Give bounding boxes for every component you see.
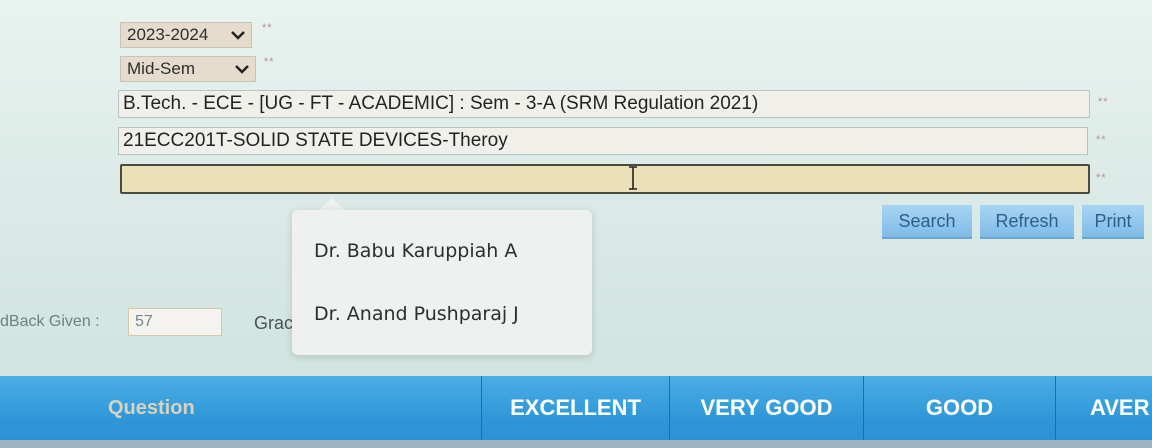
- exam-type-select[interactable]: Mid-Sem: [120, 56, 256, 82]
- required-marker: **: [1098, 96, 1109, 108]
- faculty-input[interactable]: [120, 164, 1090, 194]
- feedback-count-value: 57: [135, 313, 153, 330]
- program-field[interactable]: B.Tech. - ECE - [UG - FT - ACADEMIC] : S…: [118, 90, 1090, 118]
- required-marker: **: [264, 56, 275, 68]
- column-header-good: GOOD: [864, 376, 1056, 448]
- faculty-dropdown: Dr. Babu Karuppiah A Dr. Anand Pushparaj…: [292, 210, 592, 355]
- faculty-option[interactable]: Dr. Anand Pushparaj J: [314, 303, 519, 325]
- faculty-option[interactable]: Dr. Babu Karuppiah A: [314, 240, 517, 262]
- column-header-very-good: VERY GOOD: [670, 376, 864, 448]
- grade-label: Grac: [254, 313, 294, 333]
- print-button[interactable]: Print: [1082, 205, 1144, 239]
- exam-type-value: Mid-Sem: [127, 59, 196, 78]
- column-header-excellent: EXCELLENT: [482, 376, 670, 448]
- refresh-button[interactable]: Refresh: [980, 205, 1074, 239]
- course-field[interactable]: 21ECC201T-SOLID STATE DEVICES-Theroy: [118, 127, 1088, 155]
- feedback-count-input[interactable]: 57: [128, 308, 222, 336]
- search-button[interactable]: Search: [882, 205, 972, 239]
- academic-year-select[interactable]: 2023-2024: [120, 22, 252, 48]
- academic-year-value: 2023-2024: [127, 25, 209, 44]
- required-marker: **: [1096, 172, 1107, 184]
- required-marker: **: [1096, 134, 1107, 146]
- text-cursor-icon: [628, 166, 638, 190]
- program-value: B.Tech. - ECE - [UG - FT - ACADEMIC] : S…: [123, 93, 759, 114]
- course-value: 21ECC201T-SOLID STATE DEVICES-Theroy: [123, 130, 508, 151]
- chevron-down-icon: [231, 28, 245, 42]
- column-header-question: Question: [0, 376, 482, 448]
- feedback-table-header: Question EXCELLENT VERY GOOD GOOD AVER: [0, 376, 1152, 448]
- column-header-average: AVER: [1090, 395, 1150, 420]
- table-body-edge: [0, 440, 1152, 448]
- feedback-given-label: dBack Given :: [0, 313, 100, 330]
- chevron-down-icon: [235, 62, 249, 76]
- required-marker: **: [262, 22, 273, 34]
